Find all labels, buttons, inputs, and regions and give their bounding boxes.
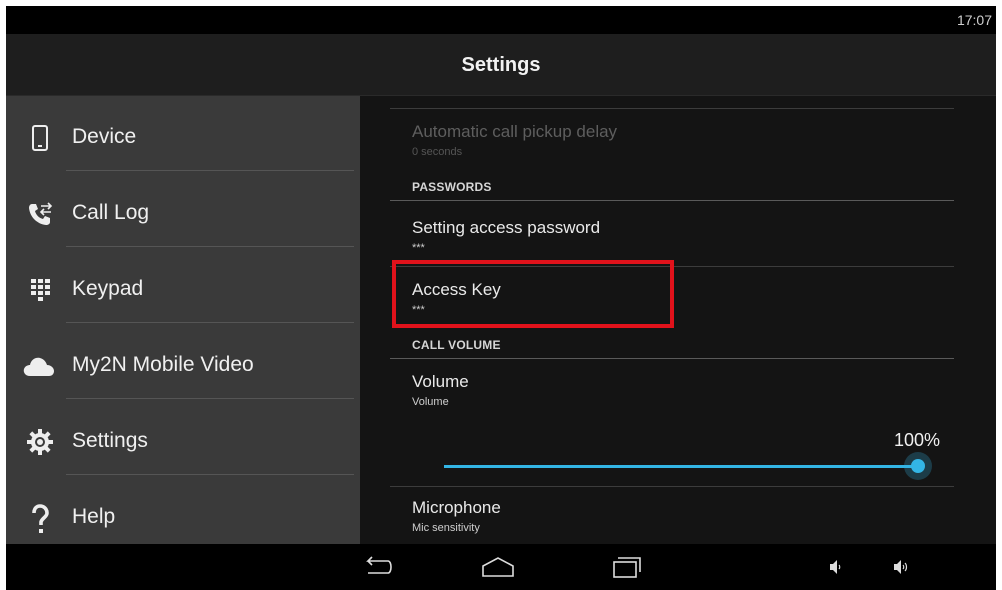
settings-list: Automatic call pickup delay 0 seconds PA… [360, 96, 996, 544]
recent-apps-icon[interactable] [608, 554, 644, 580]
status-bar: 17:07 [6, 6, 996, 34]
section-divider [390, 200, 954, 201]
sidebar-item-label: Device [72, 125, 137, 148]
sidebar-item-device[interactable]: Device [6, 100, 360, 176]
volume-down-icon[interactable] [826, 554, 846, 580]
pref-title: Volume [412, 372, 469, 391]
navigation-bar [6, 544, 996, 590]
volume-value: 100% [893, 430, 940, 450]
gear-icon [26, 428, 54, 456]
sidebar-item-label: Keypad [72, 277, 144, 300]
status-clock: 17:07 [956, 12, 992, 28]
sidebar-divider [66, 398, 354, 399]
volume-up-icon[interactable] [890, 554, 914, 580]
page-title: Settings [461, 54, 541, 76]
section-header-call-volume: CALL VOLUME [412, 338, 501, 352]
pref-title: Microphone [412, 498, 501, 517]
volume-slider-thumb[interactable] [904, 452, 932, 480]
sidebar-item-label: Call Log [72, 201, 150, 224]
cloud-icon [22, 352, 56, 380]
home-icon[interactable] [480, 554, 516, 580]
pref-summary: Mic sensitivity [412, 522, 480, 534]
pref-summary: 0 seconds [412, 146, 463, 158]
android-screen: 17:07 Settings Device Call Log Keypad My… [6, 6, 996, 590]
sidebar-item-my2n-mobile-video[interactable]: My2N Mobile Video [6, 328, 360, 404]
pref-title: Setting access password [412, 218, 601, 237]
sidebar-item-label: Help [72, 505, 116, 528]
pref-summary: Volume [412, 396, 449, 408]
pref-summary: *** [412, 242, 425, 254]
sidebar-item-label: My2N Mobile Video [72, 353, 254, 376]
action-bar: Settings [6, 34, 996, 96]
list-divider [390, 486, 954, 487]
question-mark-icon [26, 504, 54, 533]
back-icon[interactable] [360, 554, 396, 580]
list-divider [390, 108, 954, 109]
sidebar-item-label: Settings [72, 429, 148, 452]
sidebar-item-call-log[interactable]: Call Log [6, 176, 360, 252]
sidebar-divider [66, 246, 354, 247]
pref-title: Automatic call pickup delay [412, 122, 618, 141]
call-log-icon [26, 200, 54, 228]
highlight-box [392, 260, 674, 328]
volume-slider-track[interactable] [444, 465, 918, 468]
sidebar-divider [66, 322, 354, 323]
sidebar-item-keypad[interactable]: Keypad [6, 252, 360, 328]
sidebar: Device Call Log Keypad My2N Mobile Video [6, 96, 360, 544]
smartphone-icon [26, 124, 54, 152]
keypad-icon [26, 276, 54, 304]
sidebar-divider [66, 474, 354, 475]
section-header-passwords: PASSWORDS [412, 180, 492, 194]
sidebar-divider [66, 170, 354, 171]
section-divider [390, 358, 954, 359]
sidebar-item-settings[interactable]: Settings [6, 404, 360, 480]
